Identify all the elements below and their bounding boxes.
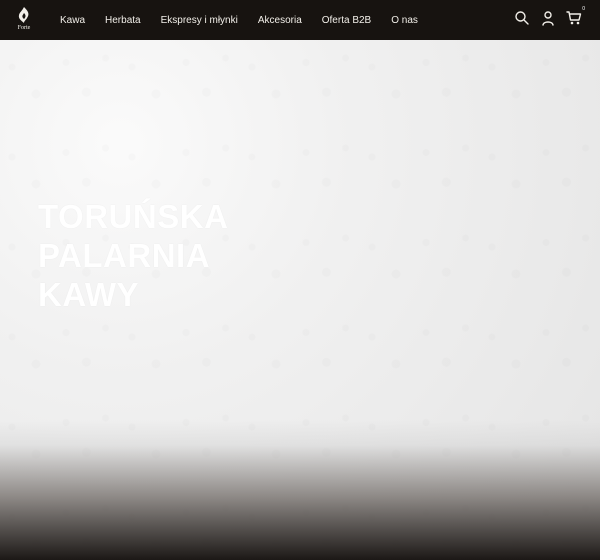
brand-name: Forte xyxy=(17,25,31,31)
site-header: Forte Kawa Herbata Ekspresy i młynki Akc… xyxy=(0,0,600,40)
cart-count-badge: 0 xyxy=(582,6,585,12)
hero-banner: TORUŃSKA PALARNIA KAWY xyxy=(0,40,600,560)
nav-item-kawa[interactable]: Kawa xyxy=(60,15,85,26)
user-icon[interactable] xyxy=(540,10,556,26)
search-icon[interactable] xyxy=(514,10,530,26)
main-nav: Kawa Herbata Ekspresy i młynki Akcesoria… xyxy=(60,0,438,40)
hero-title: TORUŃSKA PALARNIA KAWY xyxy=(38,198,229,314)
nav-item-herbata[interactable]: Herbata xyxy=(105,15,141,26)
brand-logo[interactable]: Forte xyxy=(14,6,34,34)
flame-icon xyxy=(18,7,29,23)
cart-icon[interactable]: 0 xyxy=(566,6,585,26)
nav-item-ekspresy[interactable]: Ekspresy i młynki xyxy=(161,15,238,26)
hero-bottom-fade xyxy=(0,420,600,560)
header-actions: 0 xyxy=(514,6,585,26)
nav-item-akcesoria[interactable]: Akcesoria xyxy=(258,15,302,26)
nav-item-o-nas[interactable]: O nas xyxy=(391,15,418,26)
nav-item-oferta-b2b[interactable]: Oferta B2B xyxy=(322,15,371,26)
